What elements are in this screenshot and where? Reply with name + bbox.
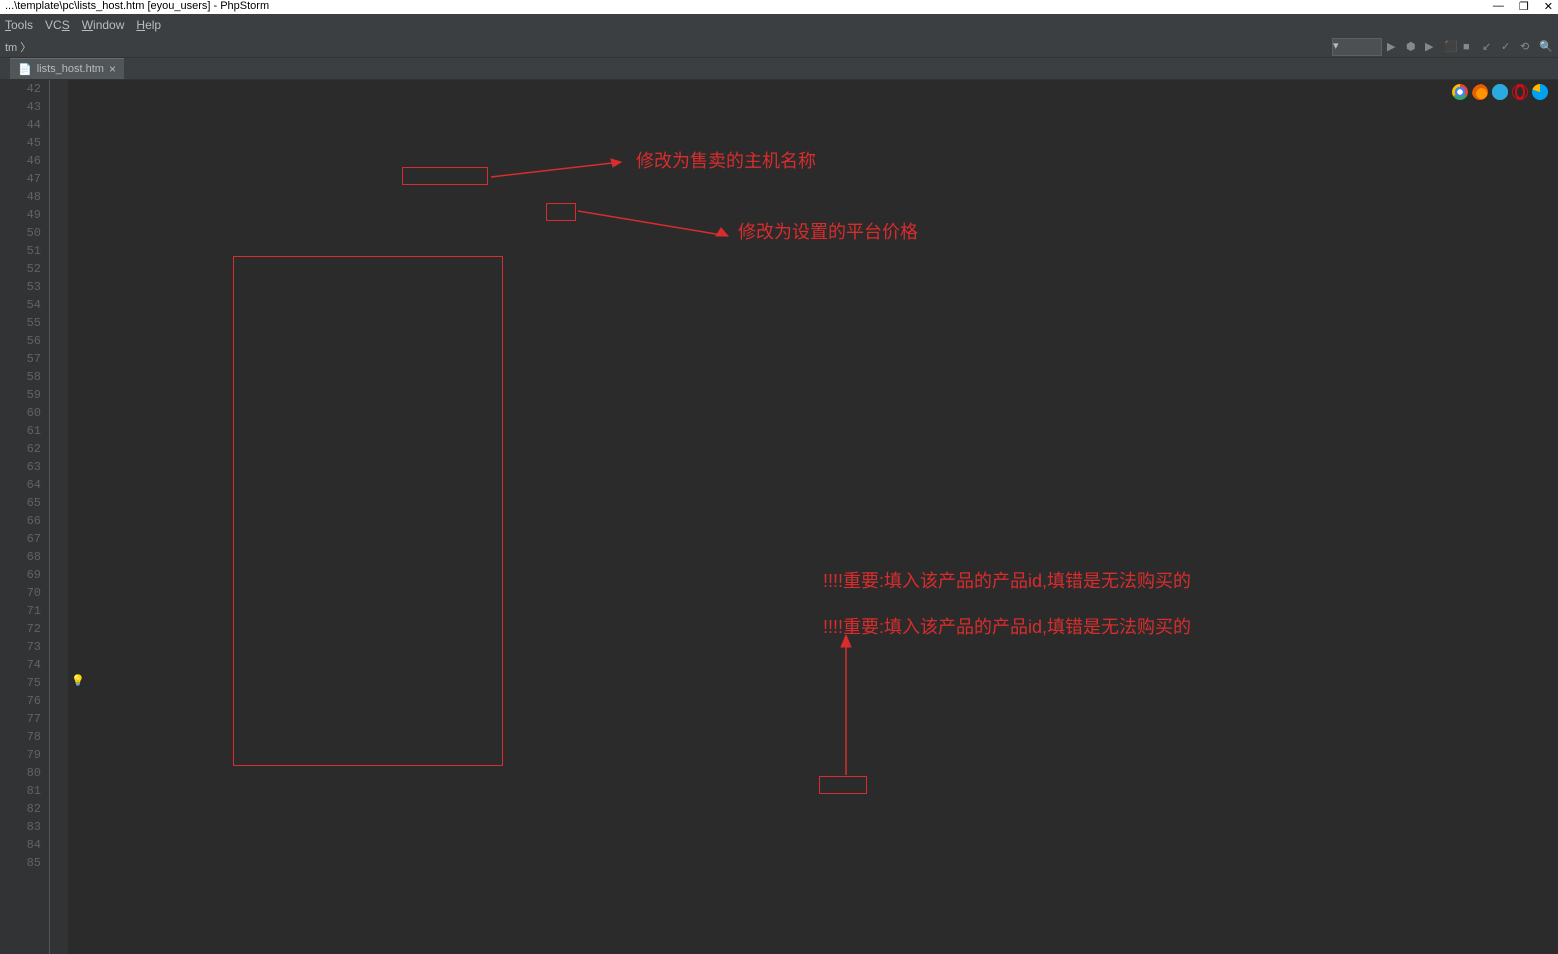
annotation-4: !!!!重要:填入该产品的产品id,填错是无法购买的 [823, 618, 1191, 636]
chrome-icon[interactable] [1452, 84, 1468, 100]
menu-bar: TToolsools VCS Window Help [0, 14, 1558, 36]
line-number-gutter[interactable]: 4243444546474849505152535455565758596061… [0, 80, 50, 954]
breadcrumb[interactable]: tm 〉 [5, 39, 31, 55]
ie-icon[interactable] [1532, 84, 1548, 100]
tab-filename: lists_host.htm [37, 63, 104, 75]
menu-window[interactable]: Window [82, 18, 125, 32]
arrow-1 [491, 157, 631, 187]
window-title: ...\template\pc\lists_host.htm [eyou_use… [5, 0, 269, 14]
maximize-icon[interactable]: ❐ [1519, 0, 1529, 14]
code-area[interactable]: 修改为售卖的主机名称 修改为设置的平台价格 !!!!重要:填入该产品的产品id,… [88, 80, 1558, 954]
tab-close-icon[interactable]: × [109, 62, 116, 76]
toolbar-right: ▾ ▶ ⬢ ▶ ⬛ ■ ↙ ✓ ⟲ 🔍 [1332, 38, 1553, 56]
menu-tools[interactable]: TToolsools [5, 18, 33, 32]
minimize-icon[interactable]: — [1493, 0, 1504, 14]
menu-help[interactable]: Help [136, 18, 161, 32]
arrow-2 [578, 206, 738, 246]
browser-preview-icons [1452, 84, 1548, 100]
bulb-gutter: 💡 [68, 80, 88, 954]
intention-bulb-icon[interactable]: 💡 [71, 674, 85, 688]
tab-bar: 📄 lists_host.htm × [0, 58, 1558, 80]
breadcrumb-bar: tm 〉 ▾ ▶ ⬢ ▶ ⬛ ■ ↙ ✓ ⟲ 🔍 [0, 36, 1558, 58]
firefox-icon[interactable] [1472, 84, 1488, 100]
stop-icon[interactable]: ■ [1463, 40, 1477, 54]
fold-gutter[interactable] [50, 80, 68, 954]
annotation-1: 修改为售卖的主机名称 [636, 152, 816, 170]
file-tab[interactable]: 📄 lists_host.htm × [10, 58, 124, 79]
red-box-price [546, 203, 576, 221]
search-icon[interactable]: 🔍 [1539, 40, 1553, 54]
safari-icon[interactable] [1492, 84, 1508, 100]
annotation-3: !!!!重要:填入该产品的产品id,填错是无法购买的 [823, 572, 1191, 590]
red-box-ol [233, 256, 503, 766]
vcs-history-icon[interactable]: ⟲ [1520, 40, 1534, 54]
red-box-proid [819, 776, 867, 794]
file-icon: 📄 [18, 63, 32, 76]
run-icon[interactable]: ▶ [1387, 40, 1401, 54]
red-box-title [402, 167, 488, 185]
opera-icon[interactable] [1512, 84, 1528, 100]
debug-icon[interactable]: ⬢ [1406, 40, 1420, 54]
annotation-2: 修改为设置的平台价格 [738, 223, 918, 241]
title-bar: ...\template\pc\lists_host.htm [eyou_use… [0, 0, 1558, 14]
close-icon[interactable]: ✕ [1544, 0, 1553, 14]
vcs-update-icon[interactable]: ↙ [1482, 40, 1496, 54]
window-controls: — ❐ ✕ [1493, 0, 1553, 14]
vcs-commit-icon[interactable]: ✓ [1501, 40, 1515, 54]
arrow-3 [836, 635, 856, 775]
coverage-icon[interactable]: ▶ [1425, 40, 1439, 54]
run-config-dropdown[interactable]: ▾ [1332, 38, 1382, 56]
editor-area: 4243444546474849505152535455565758596061… [0, 80, 1558, 954]
menu-vcs[interactable]: VCS [45, 18, 70, 32]
profile-icon[interactable]: ⬛ [1444, 40, 1458, 54]
